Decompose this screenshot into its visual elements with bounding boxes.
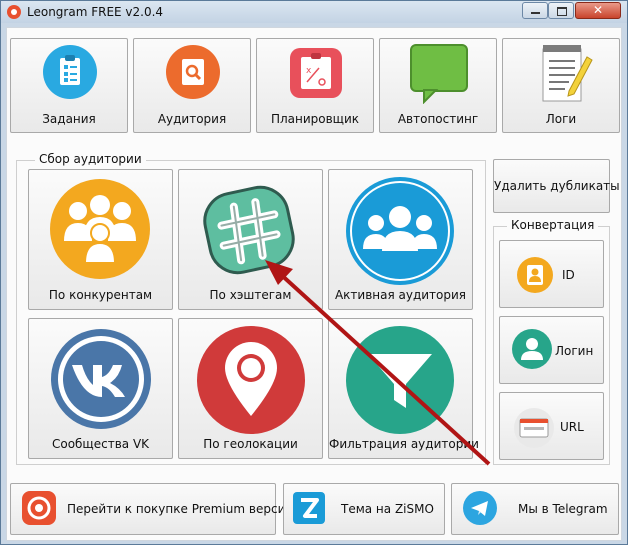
geolocation-icon (197, 326, 305, 434)
by-hashtags-label: По хэштегам (209, 288, 292, 302)
convert-login-button[interactable]: Логин (499, 316, 604, 384)
vk-icon (51, 329, 151, 429)
remove-duplicates-button[interactable]: Удалить дубликаты (493, 159, 620, 213)
chat-bubble-icon (408, 42, 470, 104)
planner-button[interactable]: x Планировщик (256, 38, 374, 133)
log-notepad-icon (539, 43, 593, 105)
title-bar: Leongram FREE v2.0.4 ✕ (1, 1, 627, 23)
url-browser-icon (514, 408, 554, 448)
telegram-label: Мы в Telegram (518, 502, 608, 516)
by-hashtags-button[interactable]: По хэштегам (178, 169, 323, 310)
active-audience-icon (346, 177, 454, 285)
window-title: Leongram FREE v2.0.4 (27, 5, 164, 19)
logs-label: Логи (545, 112, 577, 126)
remove-duplicates-label: Удалить дубликаты (494, 179, 620, 193)
active-audience-label: Активная аудитория (334, 288, 467, 302)
vk-communities-button[interactable]: Сообщества VK (28, 318, 173, 459)
active-audience-button[interactable]: Активная аудитория (328, 169, 473, 310)
competitors-icon (50, 179, 150, 279)
convert-login-label: Логин (555, 344, 594, 358)
minimize-button[interactable] (522, 2, 548, 19)
zismo-logo-icon (292, 491, 326, 525)
vk-communities-label: Сообщества VK (51, 437, 150, 451)
app-logo-icon (7, 5, 21, 19)
app-window: Leongram FREE v2.0.4 ✕ Задания Аудитория (0, 0, 628, 545)
zismo-topic-label: Тема на ZiSMO (341, 502, 434, 516)
buy-premium-label: Перейти к покупке Premium версии! (67, 502, 298, 516)
leongram-logo-icon (21, 490, 57, 526)
hashtag-icon (199, 180, 299, 280)
by-geolocation-button[interactable]: По геолокации (178, 318, 323, 459)
login-user-icon (512, 329, 552, 369)
tasks-label: Задания (42, 112, 96, 126)
autoposting-label: Автопостинг (397, 112, 479, 126)
audience-filtering-label: Фильтрация аудитории (329, 437, 479, 451)
by-geolocation-label: По геолокации (203, 437, 298, 451)
audience-filtering-button[interactable]: Фильтрация аудитории (328, 318, 479, 459)
convert-id-label: ID (562, 268, 575, 282)
minimize-icon (531, 12, 540, 14)
maximize-button[interactable] (548, 2, 574, 19)
conversion-group-title: Конвертация (507, 218, 599, 232)
convert-id-button[interactable]: ID (499, 240, 604, 308)
maximize-icon (557, 7, 567, 16)
planner-icon: x (287, 44, 345, 100)
by-competitors-button[interactable]: По конкурентам (28, 169, 173, 310)
convert-url-label: URL (560, 420, 584, 434)
tasks-icon (43, 45, 97, 99)
audience-button[interactable]: Аудитория (133, 38, 251, 133)
main-panel: Задания Аудитория x Планировщик Автопост… (6, 27, 622, 541)
tasks-button[interactable]: Задания (10, 38, 128, 133)
close-icon: ✕ (592, 3, 604, 17)
buy-premium-button[interactable]: Перейти к покупке Premium версии! (10, 483, 298, 535)
svg-text:x: x (306, 66, 312, 76)
zismo-topic-button[interactable]: Тема на ZiSMO (283, 483, 445, 535)
planner-label: Планировщик (270, 112, 360, 126)
autoposting-button[interactable]: Автопостинг (379, 38, 497, 133)
convert-url-button[interactable]: URL (499, 392, 604, 460)
telegram-icon (463, 491, 497, 525)
by-competitors-label: По конкурентам (48, 288, 153, 302)
audience-group-title: Сбор аудитории (35, 152, 146, 166)
logs-button[interactable]: Логи (502, 38, 620, 133)
audience-label: Аудитория (157, 112, 227, 126)
id-user-icon (517, 257, 553, 293)
filter-icon (346, 326, 454, 434)
telegram-button[interactable]: Мы в Telegram (451, 483, 619, 535)
audience-search-icon (166, 45, 220, 99)
close-button[interactable]: ✕ (575, 2, 621, 19)
